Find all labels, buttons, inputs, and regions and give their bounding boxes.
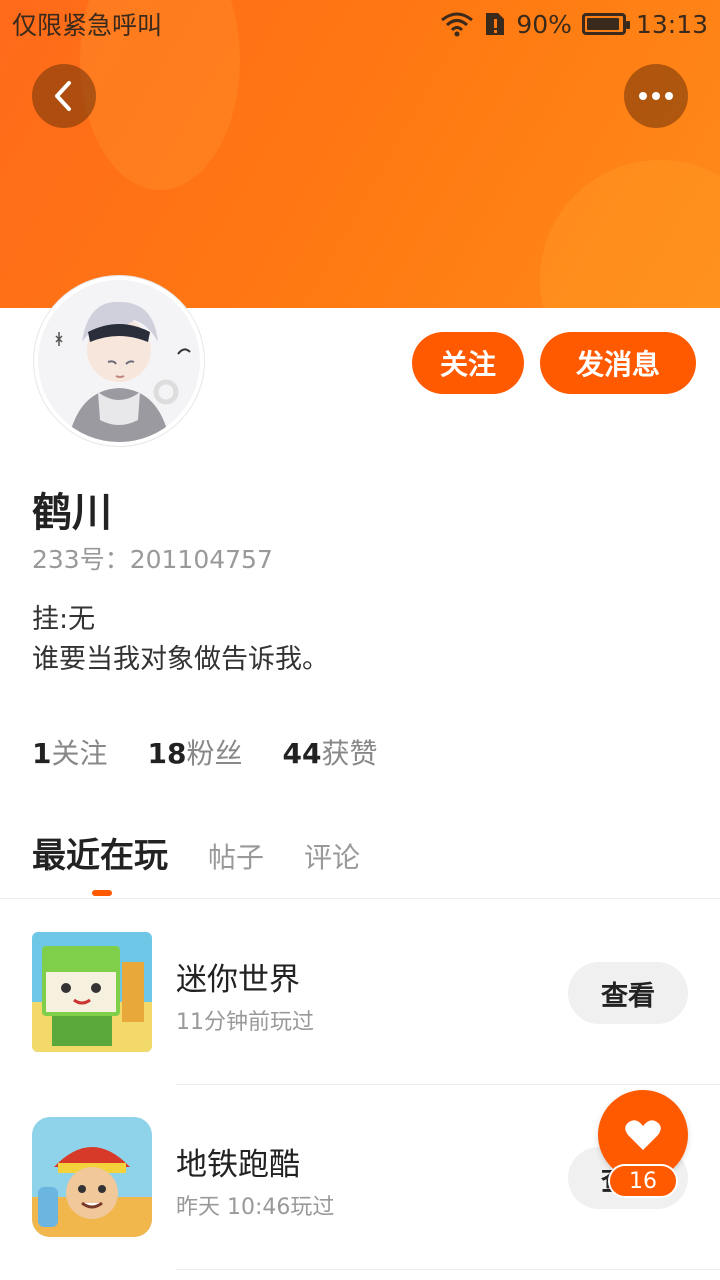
tab-posts[interactable]: 帖子 bbox=[208, 836, 264, 876]
status-bar: 仅限紧急呼叫 90% 13:13 bbox=[0, 0, 720, 48]
back-button[interactable] bbox=[32, 64, 96, 128]
game-icon bbox=[32, 932, 152, 1052]
view-button[interactable]: 查看 bbox=[568, 962, 688, 1024]
profile-stats: 1关注 18粉丝 44获赞 bbox=[32, 732, 377, 772]
user-name: 鹤川 bbox=[32, 490, 112, 536]
carrier-text: 仅限紧急呼叫 bbox=[12, 11, 163, 40]
game-last-played: 昨天 10:46玩过 bbox=[176, 1195, 335, 1220]
avatar-image bbox=[38, 280, 200, 442]
battery-percent: 90% bbox=[516, 9, 572, 39]
more-dots-icon bbox=[639, 92, 673, 100]
chevron-left-icon bbox=[55, 81, 71, 111]
list-item[interactable]: 迷你世界 11分钟前玩过 查看 bbox=[0, 900, 720, 1084]
divider bbox=[176, 1269, 720, 1270]
game-title: 迷你世界 bbox=[176, 962, 300, 998]
divider bbox=[0, 898, 720, 899]
wifi-icon bbox=[441, 12, 474, 37]
user-bio: 挂:无 谁要当我对象做告诉我。 bbox=[32, 600, 329, 680]
battery-icon bbox=[581, 13, 630, 35]
game-title: 地铁跑酷 bbox=[176, 1147, 300, 1183]
like-count-badge: 16 bbox=[608, 1164, 678, 1198]
profile-tabs: 最近在玩 帖子 评论 bbox=[32, 828, 360, 896]
sim-alert-icon bbox=[486, 13, 505, 35]
avatar[interactable] bbox=[34, 276, 204, 446]
stat-following[interactable]: 1关注 bbox=[32, 732, 108, 772]
stat-label: 粉丝 bbox=[186, 737, 243, 770]
bio-line: 挂:无 bbox=[32, 604, 96, 635]
more-options-button[interactable] bbox=[624, 64, 688, 128]
follow-button[interactable]: 关注 bbox=[412, 332, 524, 394]
stat-number: 1 bbox=[32, 737, 52, 770]
stat-number: 18 bbox=[147, 737, 187, 770]
stat-label: 关注 bbox=[51, 737, 108, 770]
game-icon bbox=[32, 1117, 152, 1237]
clock: 13:13 bbox=[635, 9, 708, 39]
heart-icon bbox=[625, 1120, 661, 1150]
send-message-button[interactable]: 发消息 bbox=[540, 332, 696, 394]
stat-fans[interactable]: 18粉丝 bbox=[148, 732, 243, 772]
tab-recently-played[interactable]: 最近在玩 bbox=[32, 828, 168, 896]
user-id: 233号：201104757 bbox=[32, 545, 273, 574]
bio-line: 谁要当我对象做告诉我。 bbox=[32, 644, 329, 675]
banner-decoration bbox=[540, 160, 720, 308]
tab-comments[interactable]: 评论 bbox=[304, 836, 360, 876]
stat-label: 获赞 bbox=[321, 737, 378, 770]
stat-number: 44 bbox=[282, 737, 322, 770]
stat-likes[interactable]: 44获赞 bbox=[282, 732, 377, 772]
game-last-played: 11分钟前玩过 bbox=[176, 1010, 314, 1035]
